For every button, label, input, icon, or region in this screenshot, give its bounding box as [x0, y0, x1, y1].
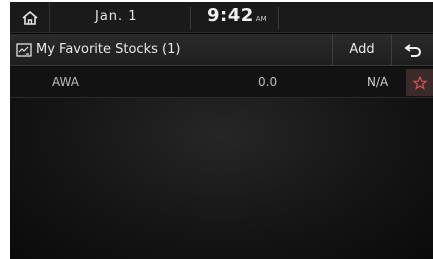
time-display: 9:42	[207, 5, 254, 26]
status-bar: Jan. 1 9:42 AM	[10, 2, 433, 33]
ampm-indicator: AM	[255, 15, 267, 23]
title-bar: My Favorite Stocks (1) Add	[10, 34, 433, 66]
add-button[interactable]: Add	[332, 34, 392, 65]
stock-change: N/A	[367, 75, 389, 89]
stock-symbol: AWA	[52, 75, 79, 89]
list-item[interactable]: AWA 0.0 N/A	[10, 67, 433, 98]
back-button[interactable]	[393, 34, 433, 65]
star-outline-icon	[412, 75, 427, 90]
stock-value: 0.0	[258, 75, 278, 89]
home-button[interactable]	[10, 2, 50, 33]
stock-list: AWA 0.0 N/A	[10, 67, 433, 259]
home-icon	[21, 10, 38, 25]
page-title: My Favorite Stocks (1)	[36, 42, 181, 57]
favorite-toggle-button[interactable]	[406, 69, 433, 96]
date-display: Jan. 1	[95, 9, 138, 24]
divider	[190, 7, 191, 29]
back-arrow-icon	[404, 43, 421, 57]
head-unit-screen: Jan. 1 9:42 AM My Favorite Stocks (1) Add…	[10, 2, 433, 259]
favorites-list-icon	[16, 43, 32, 57]
clock: 9:42 AM	[207, 5, 267, 26]
divider	[278, 7, 279, 29]
